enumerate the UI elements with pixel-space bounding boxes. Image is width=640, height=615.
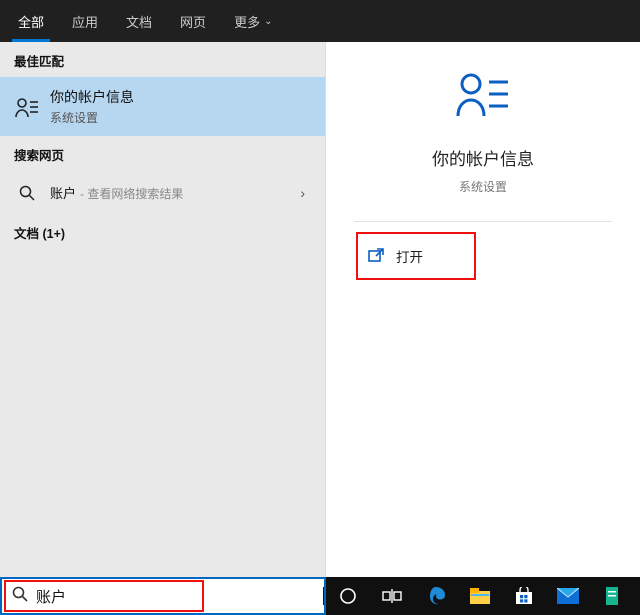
app-icon[interactable] [590,577,634,615]
store-icon[interactable] [502,577,546,615]
tab-all[interactable]: 全部 [4,0,58,42]
chevron-down-icon: ⌄ [264,16,272,27]
detail-title: 你的帐户信息 [432,145,534,170]
divider [354,221,611,222]
open-icon [368,248,384,265]
search-icon [14,185,40,201]
search-box[interactable]: 账户 [0,577,326,615]
open-label: 打开 [396,246,423,266]
web-term: 账户 [50,183,76,202]
section-best-match: 最佳匹配 [0,42,325,77]
task-view-icon[interactable] [370,577,414,615]
results-pane: 最佳匹配 你的帐户信息 系统设置 搜索网页 账户 - 查看网络搜索结果 › [0,42,325,577]
tab-web[interactable]: 网页 [166,0,220,42]
best-match-title: 你的帐户信息 [50,87,311,107]
tab-more[interactable]: 更多⌄ [220,0,286,42]
chevron-right-icon: › [300,185,311,201]
search-tabs: 全部 应用 文档 网页 更多⌄ [0,0,640,42]
edge-icon[interactable] [414,577,458,615]
cortana-icon[interactable] [326,577,370,615]
web-search-item[interactable]: 账户 - 查看网络搜索结果 › [0,171,325,214]
mail-icon[interactable] [546,577,590,615]
tab-apps[interactable]: 应用 [58,0,112,42]
detail-sub: 系统设置 [459,178,507,195]
taskbar [326,577,640,615]
account-icon [456,70,510,123]
detail-pane: 你的帐户信息 系统设置 打开 [325,42,640,577]
open-button[interactable]: 打开 [356,232,476,280]
section-search-web: 搜索网页 [0,136,325,171]
explorer-icon[interactable] [458,577,502,615]
section-docs: 文档 (1+) [0,214,325,249]
account-icon [14,96,40,118]
text-caret [323,587,324,605]
best-match-sub: 系统设置 [50,109,311,126]
search-icon [2,586,36,607]
tab-docs[interactable]: 文档 [112,0,166,42]
search-input[interactable]: 账户 [36,586,324,607]
web-hint: - 查看网络搜索结果 [80,185,183,202]
best-match-item[interactable]: 你的帐户信息 系统设置 [0,77,325,136]
